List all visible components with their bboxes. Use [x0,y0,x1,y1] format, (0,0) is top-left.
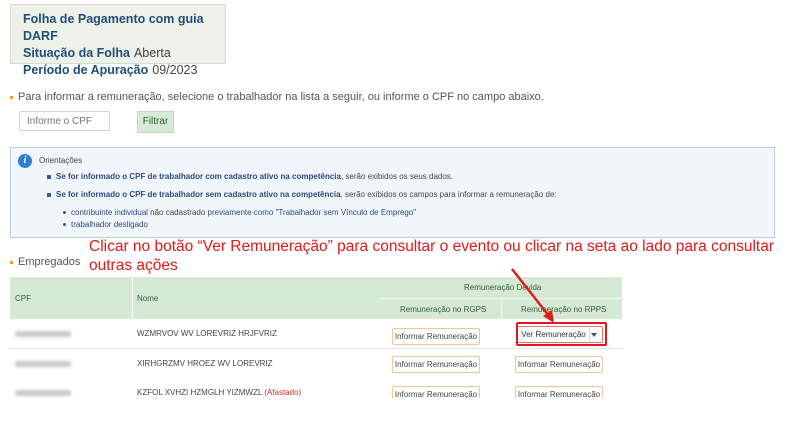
table-row: KZFOL XVHZI HZMGLH YIZMWZL (Afastado) In… [10,378,622,398]
header-nome: Nome [137,294,159,303]
cpf-redacted [15,390,71,396]
square-bullet-icon [47,192,51,197]
payroll-title: Folha de Pagamento com guia DARF [23,12,204,43]
annotation-highlight-box [516,322,607,346]
informar-remuneracao-rgps-button[interactable]: Informar Remuneração [392,328,480,345]
informar-remuneracao-rpps-button[interactable]: Informar Remuneração [515,386,603,398]
guidance-line-1: Se for informado o CPF de trabalhador co… [47,172,453,181]
filter-button[interactable]: Filtrar [137,111,174,133]
guidance-subitem-1-c: previamente como "Trabalhador sem Víncul… [207,208,417,217]
square-bullet-icon [47,174,51,179]
cpf-redacted [15,361,71,367]
guidance-panel: i Orientações Se for informado o CPF de … [10,147,775,238]
situacao-label: Situação da Folha [23,46,130,60]
info-icon: i [18,154,32,168]
guidance-line-2-rest: , serão exibidos os campos para informar… [340,190,557,199]
guidance-line-1-bold: Se for informado o CPF de trabalhador co… [56,172,341,181]
guidance-subitem-1-a: contribuinte individual [71,208,148,217]
section-bullet-icon [10,96,13,99]
guidance-subitem-2-text: trabalhador desligado [71,220,148,229]
guidance-title: Orientações [39,156,83,165]
afastado-badge: (Afastado) [264,388,302,397]
header-rgps: Remuneração no RGPS [400,305,487,314]
employee-name: XIRHGRZMV HROEZ WV LOREVRIZ [137,359,273,368]
annotation-arrow-icon [511,268,554,323]
informar-remuneracao-rgps-button[interactable]: Informar Remuneração [392,386,480,398]
guidance-subitem-1-b: não cadastrado [147,208,208,217]
table-row: XIRHGRZMV HROEZ WV LOREVRIZ Informar Rem… [10,349,622,379]
cpf-redacted [15,331,71,337]
periodo-value: 09/2023 [152,63,198,77]
informar-remuneracao-rpps-button[interactable]: Informar Remuneração [515,356,603,373]
guidance-subitem-2: trabalhador desligado [63,220,148,229]
periodo-label: Período de Apuração [23,63,149,77]
situacao-value: Aberta [133,46,171,60]
payroll-summary-box: Folha de Pagamento com guia DARF Situaçã… [10,4,226,77]
section-bullet-icon [10,261,13,264]
guidance-subitem-1: contribuinte individual não cadastrado p… [63,208,416,217]
guidance-line-2-bold: Se for informado o CPF de trabalhador se… [56,190,341,199]
dot-bullet-icon [63,223,66,227]
header-cpf: CPF [15,294,31,303]
employees-title: Empregados [18,256,81,268]
search-instruction: Para informar a remuneração, selecione o… [18,91,544,103]
dot-bullet-icon [63,211,66,215]
guidance-line-1-rest: , serão exibidos os seus dados. [340,172,454,181]
cpf-search-input[interactable] [19,111,110,131]
informar-remuneracao-rgps-button[interactable]: Informar Remuneração [392,356,480,373]
guidance-line-2: Se for informado o CPF de trabalhador se… [47,190,557,199]
employee-name: WZMRVOV WV LOREVRIZ HRJFVRIZ [137,329,277,338]
employee-name: KZFOL XVHZI HZMGLH YIZMWZL (Afastado) [137,388,301,397]
employee-name-text: KZFOL XVHZI HZMGLH YIZMWZL [137,388,263,397]
annotation-callout: Clicar no botão “Ver Remuneração” para c… [89,238,774,274]
